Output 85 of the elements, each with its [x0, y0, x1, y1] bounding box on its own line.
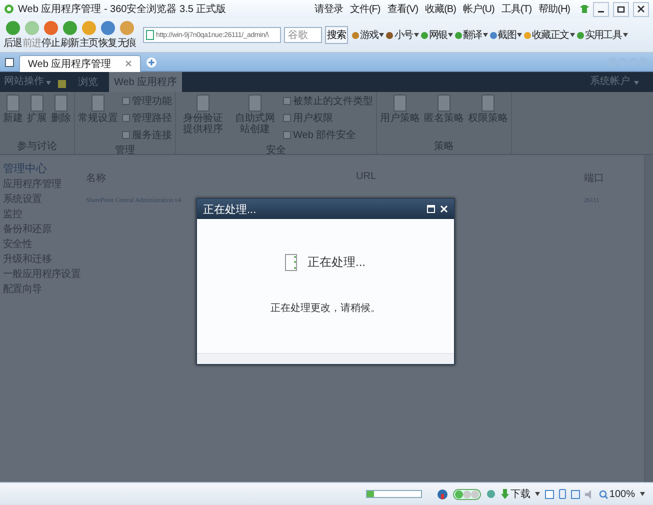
- restore-button[interactable]: [613, 2, 629, 16]
- menu-item[interactable]: 帐户(U): [462, 2, 494, 16]
- caret-icon[interactable]: [482, 33, 488, 37]
- toolbar-link[interactable]: 截图: [490, 28, 516, 42]
- menu-item[interactable]: 收藏(B): [425, 2, 456, 16]
- edit-page-icon[interactable]: [57, 79, 67, 89]
- toolbar-link[interactable]: 实用工具: [576, 28, 622, 42]
- circle-icon: [455, 32, 462, 38]
- square-icon: [122, 131, 130, 139]
- download-button[interactable]: 下载: [501, 487, 530, 501]
- square-icon: [283, 97, 291, 105]
- caret-icon[interactable]: [448, 33, 454, 37]
- menu-item[interactable]: 文件(F): [350, 2, 380, 16]
- search-button[interactable]: 搜索: [325, 26, 348, 44]
- circle-icon: [576, 32, 584, 38]
- browser-logo-icon: [4, 4, 14, 14]
- caret-icon[interactable]: [517, 33, 522, 37]
- page-icon[interactable]: [571, 490, 580, 498]
- caret-icon[interactable]: [640, 492, 645, 496]
- progress-bar: [366, 490, 422, 498]
- download-icon: [501, 489, 510, 499]
- ribbon-tab[interactable]: 浏览: [73, 72, 103, 92]
- nav-button[interactable]: 刷新: [60, 20, 79, 50]
- login-link[interactable]: 请登录: [314, 2, 343, 16]
- shirt-icon[interactable]: [580, 5, 589, 13]
- nav-button[interactable]: 无痕: [117, 20, 136, 50]
- menu-item[interactable]: 帮助(H): [538, 2, 570, 16]
- loading-icon: [285, 254, 298, 271]
- nav-button[interactable]: 后退: [3, 20, 22, 50]
- ribbon-tab[interactable]: Web 应用程序: [109, 72, 182, 92]
- toggle-icon[interactable]: [453, 488, 482, 500]
- search-field[interactable]: 谷歌: [284, 27, 322, 43]
- zoom-icon: [599, 490, 608, 498]
- sidebar-toggle-icon[interactable]: [5, 58, 14, 66]
- zoom-control[interactable]: 100%: [599, 488, 635, 500]
- toolbar-link[interactable]: 游戏: [352, 28, 378, 42]
- square-icon: [122, 114, 130, 122]
- caret-icon[interactable]: [379, 33, 384, 37]
- close-button[interactable]: [633, 2, 649, 16]
- nav-heading[interactable]: 管理中心: [3, 161, 47, 176]
- circle-icon: [490, 32, 497, 38]
- square-icon: [283, 131, 291, 139]
- square-icon: [283, 114, 291, 122]
- menu-item[interactable]: 工具(T): [501, 2, 532, 16]
- circle-icon: [24, 20, 40, 36]
- processing-message: 正在处理...: [307, 254, 366, 271]
- circle-icon: [42, 20, 58, 36]
- dialog-title: 正在处理...: [203, 202, 256, 216]
- caret-icon[interactable]: [414, 33, 419, 37]
- circle-icon: [352, 32, 359, 38]
- circle-icon: [118, 20, 134, 36]
- browser-tab[interactable]: Web 应用程序管理: [19, 54, 142, 72]
- close-icon: [637, 5, 645, 13]
- minimize-button[interactable]: [593, 2, 609, 16]
- menu-item[interactable]: 查看(V): [387, 2, 418, 16]
- toolbar-link[interactable]: 网银: [420, 28, 448, 42]
- user-menu[interactable]: 系统帐户: [590, 74, 630, 92]
- caret-icon[interactable]: [622, 33, 628, 37]
- circle-icon: [100, 20, 116, 36]
- page-icon: [146, 30, 154, 40]
- nav-button[interactable]: 恢复: [98, 20, 117, 50]
- caret-icon[interactable]: [570, 33, 575, 37]
- circle-icon: [80, 20, 96, 36]
- window-title: Web 应用程序管理 - 360安全浏览器 3.5 正式版: [18, 2, 226, 16]
- site-actions-menu[interactable]: 网站操作: [4, 74, 44, 92]
- phone-icon[interactable]: [559, 489, 566, 499]
- new-tab-icon[interactable]: [146, 56, 158, 68]
- toolbar-link[interactable]: 收藏正文: [524, 28, 569, 42]
- circle-icon: [524, 32, 532, 38]
- caret-icon[interactable]: [535, 492, 540, 496]
- processing-detail: 正在处理更改，请稍候。: [270, 302, 380, 315]
- circle-icon: [420, 32, 428, 38]
- circle-icon: [62, 20, 78, 36]
- toolbar-link[interactable]: 小号: [386, 28, 413, 42]
- nav-button[interactable]: 主页: [79, 20, 98, 50]
- toolbar-link[interactable]: 翻译: [455, 28, 482, 42]
- scrollbar[interactable]: [644, 155, 653, 482]
- security-icon[interactable]: [437, 488, 448, 500]
- window-icon[interactable]: [545, 490, 554, 498]
- nav-button[interactable]: 停止: [41, 20, 60, 50]
- maximize-icon[interactable]: [427, 205, 435, 213]
- restore-icon: [617, 5, 625, 13]
- circle-icon: [4, 20, 20, 36]
- square-icon: [122, 97, 130, 105]
- circle-icon: [386, 32, 394, 38]
